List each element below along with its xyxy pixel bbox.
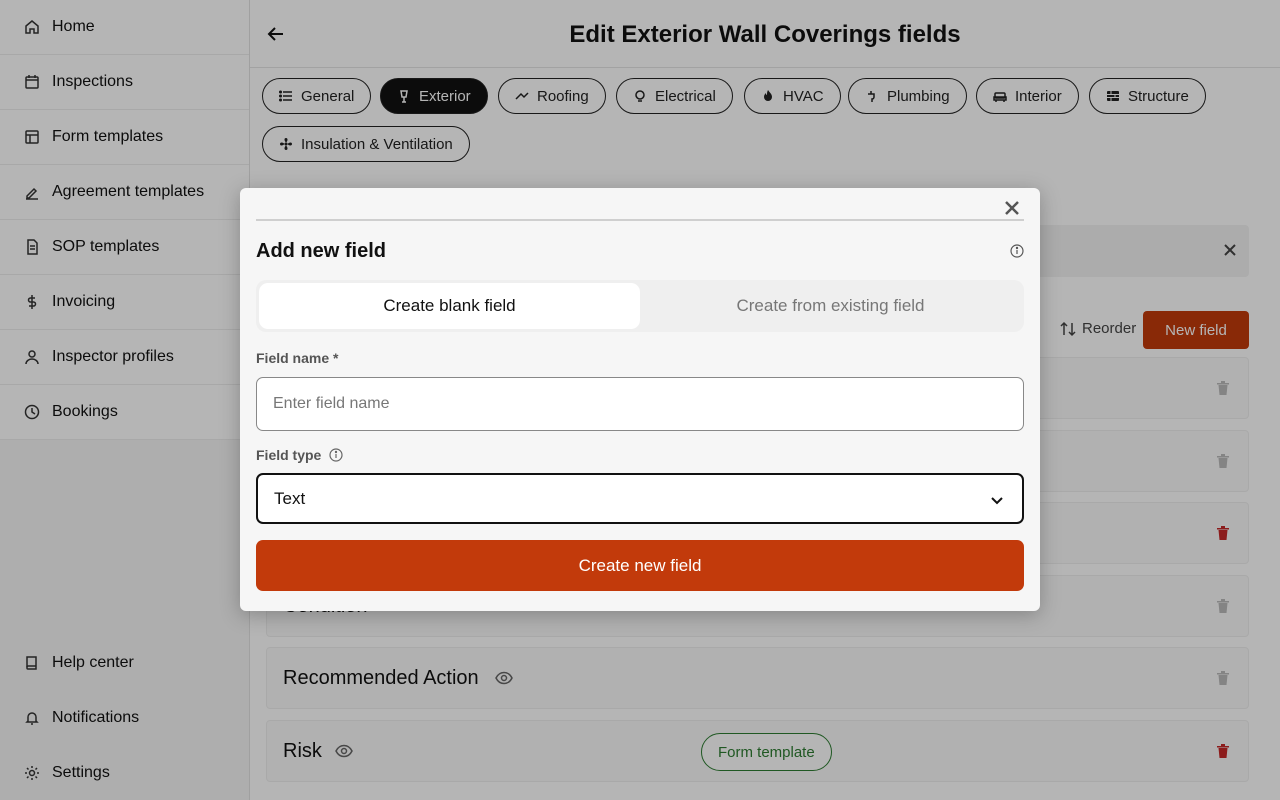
field-name-label: Field name * (256, 350, 338, 366)
field-name-label-text: Field name * (256, 350, 339, 366)
modal-title: Add new field (256, 240, 386, 262)
chevron-down-icon (990, 492, 1004, 506)
create-mode-toggle: Create blank field Create from existing … (256, 280, 1024, 332)
add-field-modal: Add new field Create blank field Create … (240, 188, 1040, 611)
field-type-select[interactable]: Text (256, 473, 1024, 524)
info-icon[interactable] (1010, 244, 1024, 258)
field-name-input[interactable] (256, 377, 1024, 431)
field-type-label-text: Field type (256, 447, 322, 463)
info-icon[interactable] (329, 448, 343, 462)
field-type-label: Field type (256, 447, 343, 463)
create-from-existing-tab[interactable]: Create from existing field (640, 283, 1021, 329)
create-new-field-button[interactable]: Create new field (256, 540, 1024, 591)
create-blank-field-tab[interactable]: Create blank field (259, 283, 640, 329)
modal-divider (256, 219, 1024, 221)
close-icon[interactable] (1002, 198, 1022, 218)
field-type-value: Text (274, 488, 306, 508)
